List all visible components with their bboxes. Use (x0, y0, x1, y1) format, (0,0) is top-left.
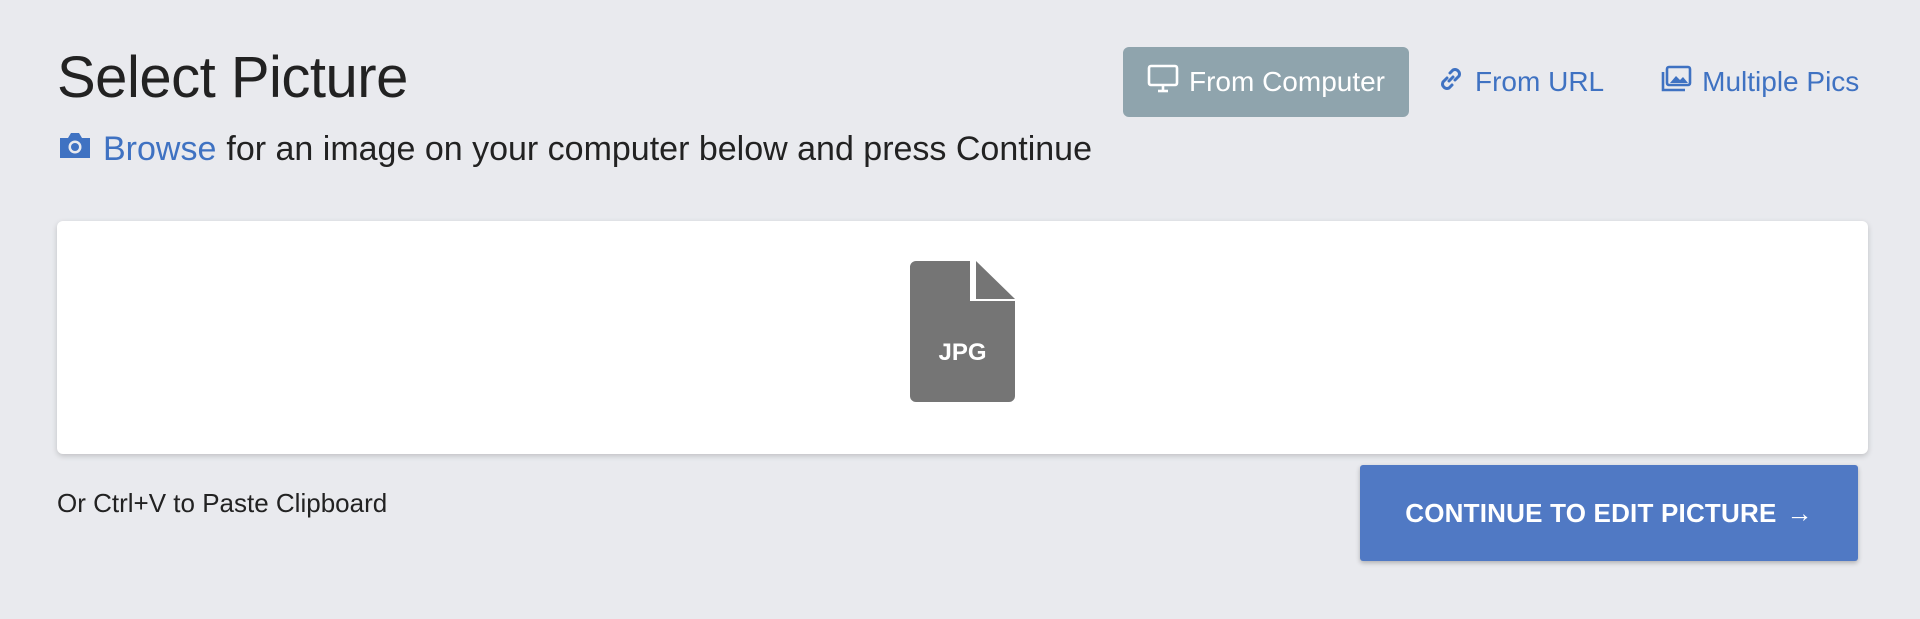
tab-label: Multiple Pics (1702, 66, 1860, 97)
image-dropzone[interactable]: JPG (57, 221, 1868, 454)
paste-hint: Or Ctrl+V to Paste Clipboard (57, 488, 388, 518)
tab-label: From Computer (1188, 66, 1386, 97)
arrow-right-icon: → (1786, 497, 1813, 528)
source-tabs: From Computer From URL Multiple Pics (1123, 47, 1885, 117)
file-type-label: JPG (938, 339, 987, 366)
link-icon (1437, 65, 1465, 100)
continue-button[interactable]: CONTINUE TO EDIT PICTURE → (1360, 465, 1858, 561)
tab-label: From URL (1475, 66, 1605, 97)
tab-multiple-pics[interactable]: Multiple Pics (1632, 47, 1885, 117)
tab-from-computer[interactable]: From Computer (1123, 47, 1409, 117)
tab-from-url[interactable]: From URL (1409, 47, 1632, 117)
page-title: Select Picture (57, 45, 408, 110)
instruction-text: for an image on your computer below and … (226, 130, 1092, 168)
instruction-line: Browse for an image on your computer bel… (57, 130, 1092, 169)
continue-button-label: CONTINUE TO EDIT PICTURE (1405, 497, 1777, 528)
camera-icon (57, 130, 93, 169)
monitor-icon (1147, 64, 1179, 101)
browse-link[interactable]: Browse (103, 130, 216, 169)
images-icon (1660, 65, 1692, 100)
select-picture-page: Select Picture From Computer From URL Mu… (0, 0, 1920, 619)
